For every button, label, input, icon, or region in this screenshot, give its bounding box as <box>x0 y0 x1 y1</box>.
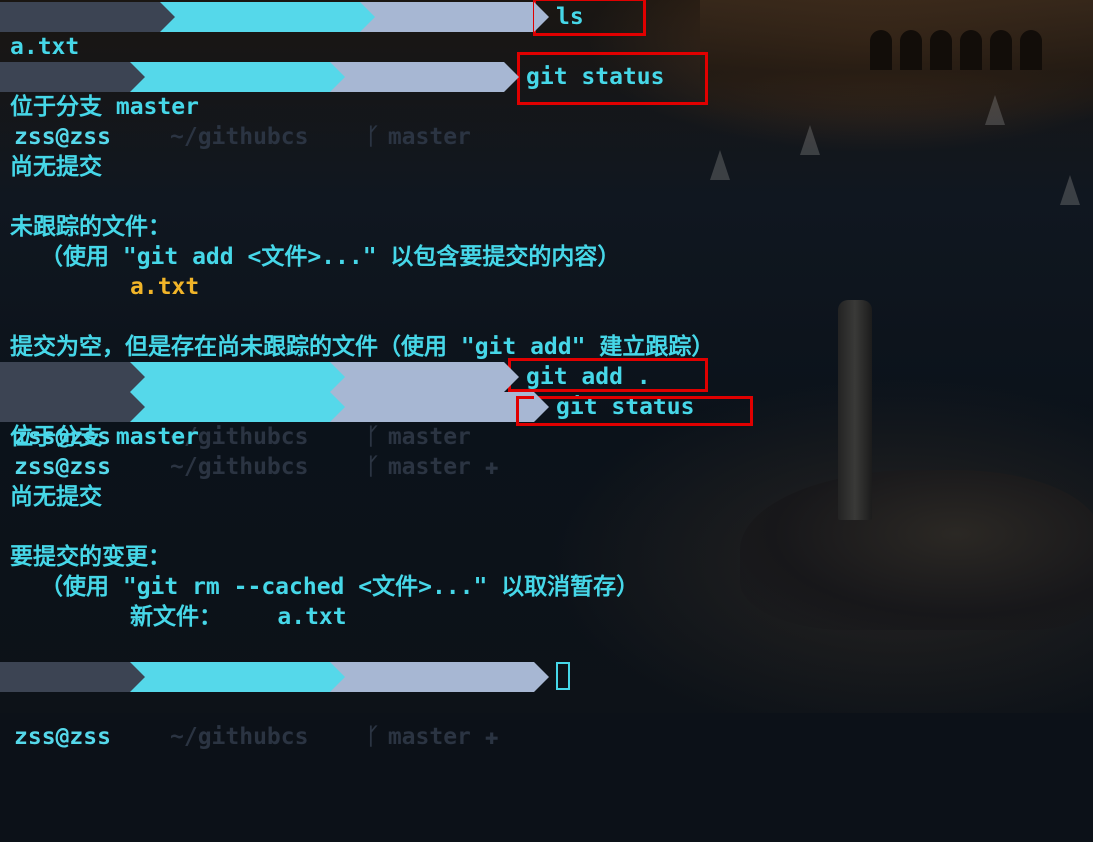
prompt-git-segment: ᚴmaster <box>330 362 519 450</box>
highlight-box-git-status-2 <box>516 396 753 426</box>
output-line: 位于分支 master <box>10 94 199 120</box>
prompt-line: ✗ zss@zss ~/githubcs ᚴmaster ls <box>0 2 584 90</box>
output-line: 要提交的变更： <box>10 544 171 570</box>
prompt-dir: ~/githubcs <box>170 724 309 750</box>
prompt-dir: ~/githubcs <box>170 454 309 480</box>
output-line: a.txt <box>10 34 80 60</box>
prompt-branch: master <box>387 124 471 150</box>
output-line: 尚无提交 <box>10 484 102 510</box>
terminal-window[interactable]: ✗ zss@zss ~/githubcs ᚴmaster ls a.txt zs… <box>0 0 1093 750</box>
prompt-dir-segment: ~/githubcs <box>130 662 345 750</box>
staged-plus-icon: ✚ <box>484 454 499 480</box>
staged-plus-icon: ✚ <box>484 724 499 750</box>
prompt-dir-segment: ~/githubcs <box>130 62 345 150</box>
prompt-branch: master <box>387 454 471 480</box>
prompt-git-segment: ᚴ master ✚ <box>330 662 549 750</box>
new-file-label: 新文件： <box>130 604 222 630</box>
output-line: 尚无提交 <box>10 154 102 180</box>
prompt-user-segment: zss@zss <box>0 392 145 480</box>
prompt-git-segment: ᚴ master ✚ <box>330 392 549 480</box>
highlight-box-git-status <box>517 52 708 105</box>
staged-file-line: 新文件： a.txt <box>0 602 347 632</box>
prompt-user-segment: zss@zss <box>0 662 145 750</box>
prompt-line-current: zss@zss ~/githubcs ᚴ master ✚ <box>0 662 570 750</box>
prompt-user: zss@zss <box>14 124 111 150</box>
git-branch-icon: ᚴ <box>366 724 380 750</box>
prompt-dir: ~/githubcs <box>170 124 309 150</box>
prompt-git-segment: ᚴ master <box>330 62 519 150</box>
prompt-user: zss@zss <box>14 454 111 480</box>
prompt-user-segment: zss@zss <box>0 362 145 450</box>
prompt-git-segment: ᚴmaster <box>360 2 549 90</box>
highlight-box-git-add <box>508 358 708 392</box>
output-line: （使用 "git rm --cached <文件>..." 以取消暂存） <box>40 574 640 600</box>
prompt-user-segment: zss@zss <box>0 62 145 150</box>
highlight-box-ls <box>533 0 646 36</box>
prompt-dir-segment: ~/githubcs <box>130 392 345 480</box>
prompt-dir-segment: ~/githubcs <box>160 2 375 90</box>
git-branch-icon: ᚴ <box>366 454 380 480</box>
prompt-user: zss@zss <box>14 724 111 750</box>
prompt-dir-segment: ~/githubcs <box>130 362 345 450</box>
git-branch-icon: ᚴ <box>366 124 380 150</box>
staged-file: a.txt <box>277 604 347 630</box>
prompt-branch: master <box>387 724 471 750</box>
untracked-file: a.txt <box>130 274 200 300</box>
terminal-cursor[interactable] <box>556 662 570 690</box>
output-line: （使用 "git add <文件>..." 以包含要提交的内容） <box>40 244 621 270</box>
output-line: 未跟踪的文件： <box>10 214 171 240</box>
prompt-user-segment: ✗ zss@zss <box>0 2 175 90</box>
output-line: 位于分支 master <box>10 424 199 450</box>
